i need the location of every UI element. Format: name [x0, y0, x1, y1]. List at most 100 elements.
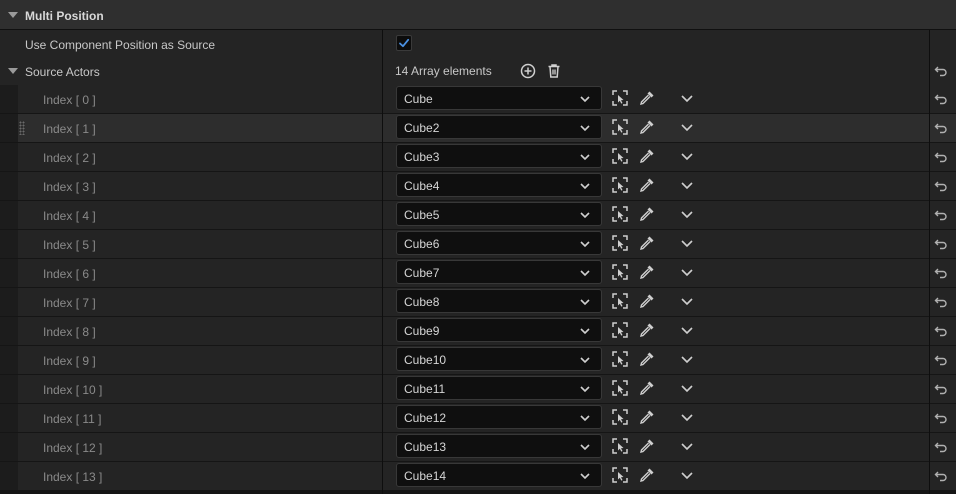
expand-chevron-icon[interactable]: [678, 321, 696, 339]
element-index-label: Index [ 9 ]: [43, 354, 96, 368]
select-actor-icon[interactable]: [611, 379, 629, 397]
eyedropper-icon[interactable]: [638, 118, 656, 136]
eyedropper-icon[interactable]: [638, 437, 656, 455]
indent-guide: [0, 433, 18, 461]
eyedropper-icon[interactable]: [638, 408, 656, 426]
actor-combo-value: Cube2: [404, 121, 440, 135]
actor-combo[interactable]: Cube9: [396, 318, 602, 342]
eyedropper-icon[interactable]: [638, 321, 656, 339]
reset-arrow-icon[interactable]: [934, 92, 948, 106]
expand-chevron-icon[interactable]: [678, 234, 696, 252]
eyedropper-icon[interactable]: [638, 379, 656, 397]
actor-combo[interactable]: Cube: [396, 86, 602, 110]
expand-chevron-icon[interactable]: [678, 89, 696, 107]
reset-arrow-icon[interactable]: [934, 295, 948, 309]
select-actor-icon[interactable]: [611, 176, 629, 194]
actor-combo[interactable]: Cube7: [396, 260, 602, 284]
expand-chevron-icon[interactable]: [678, 466, 696, 484]
select-actor-icon[interactable]: [611, 118, 629, 136]
eyedropper-icon[interactable]: [638, 205, 656, 223]
reset-arrow-icon[interactable]: [934, 324, 948, 338]
select-actor-icon[interactable]: [611, 350, 629, 368]
eyedropper-icon[interactable]: [638, 147, 656, 165]
expand-chevron-icon[interactable]: [678, 350, 696, 368]
indent-guide: [0, 462, 18, 490]
element-index-label: Index [ 12 ]: [43, 441, 103, 455]
name-cell: Index [ 1 ]: [0, 114, 382, 142]
actor-combo[interactable]: Cube8: [396, 289, 602, 313]
actor-combo[interactable]: Cube6: [396, 231, 602, 255]
actor-combo[interactable]: Cube10: [396, 347, 602, 371]
reset-arrow-icon[interactable]: [934, 266, 948, 280]
name-cell: Index [ 4 ]: [0, 201, 382, 229]
reset-arrow-icon[interactable]: [934, 440, 948, 454]
actor-combo[interactable]: Cube4: [396, 173, 602, 197]
eyedropper-icon[interactable]: [638, 466, 656, 484]
reset-arrow-icon[interactable]: [934, 208, 948, 222]
eyedropper-icon[interactable]: [638, 234, 656, 252]
reset-arrow-icon[interactable]: [934, 469, 948, 483]
property-label: Source Actors: [25, 65, 100, 79]
select-actor-icon[interactable]: [611, 466, 629, 484]
expand-chevron-icon[interactable]: [678, 147, 696, 165]
name-cell: Index [ 7 ]: [0, 288, 382, 316]
chevron-down-icon[interactable]: [8, 68, 18, 74]
select-actor-icon[interactable]: [611, 89, 629, 107]
expand-chevron-icon[interactable]: [678, 176, 696, 194]
eyedropper-icon[interactable]: [638, 176, 656, 194]
expand-chevron-icon[interactable]: [678, 205, 696, 223]
collapse-arrow-icon[interactable]: [8, 12, 18, 18]
expand-chevron-icon[interactable]: [678, 379, 696, 397]
checkmark-icon: [399, 38, 410, 48]
reset-arrow-icon[interactable]: [934, 353, 948, 367]
drag-handle-icon[interactable]: [19, 121, 25, 135]
eyedropper-icon[interactable]: [638, 292, 656, 310]
reset-arrow-icon[interactable]: [934, 64, 948, 78]
actor-combo-value: Cube4: [404, 179, 440, 193]
indent-guide: [0, 375, 18, 403]
select-actor-icon[interactable]: [611, 147, 629, 165]
actor-combo-value: Cube14: [404, 469, 447, 483]
actor-combo[interactable]: Cube11: [396, 376, 602, 400]
eyedropper-icon[interactable]: [638, 89, 656, 107]
actor-combo[interactable]: Cube5: [396, 202, 602, 226]
reset-arrow-icon[interactable]: [934, 411, 948, 425]
reset-arrow-icon[interactable]: [934, 150, 948, 164]
array-element-row: Index [ 6 ] Cube7: [0, 259, 956, 287]
select-actor-icon[interactable]: [611, 205, 629, 223]
expand-chevron-icon[interactable]: [678, 263, 696, 281]
actor-combo[interactable]: Cube3: [396, 144, 602, 168]
select-actor-icon[interactable]: [611, 234, 629, 252]
indent-guide: [0, 288, 18, 316]
actor-combo[interactable]: Cube13: [396, 434, 602, 458]
use-component-position-checkbox[interactable]: [396, 35, 412, 51]
reset-arrow-icon[interactable]: [934, 382, 948, 396]
eyedropper-icon[interactable]: [638, 263, 656, 281]
select-actor-icon[interactable]: [611, 408, 629, 426]
select-actor-icon[interactable]: [611, 437, 629, 455]
select-actor-icon[interactable]: [611, 321, 629, 339]
details-panel: Multi Position Use Component Position as…: [0, 0, 956, 494]
reset-arrow-icon[interactable]: [934, 121, 948, 135]
name-cell: Index [ 9 ]: [0, 346, 382, 374]
actor-combo[interactable]: Cube14: [396, 463, 602, 487]
value-cell: [383, 30, 929, 58]
indent-guide: [0, 143, 18, 171]
expand-chevron-icon[interactable]: [678, 118, 696, 136]
eyedropper-icon[interactable]: [638, 350, 656, 368]
expand-chevron-icon[interactable]: [678, 292, 696, 310]
actor-combo-value: Cube5: [404, 208, 440, 222]
trash-icon[interactable]: [545, 62, 563, 80]
expand-chevron-icon[interactable]: [678, 408, 696, 426]
reset-arrow-icon[interactable]: [934, 237, 948, 251]
chevron-down-icon: [580, 299, 590, 306]
add-circle-icon[interactable]: [519, 62, 537, 80]
array-element-row: Index [ 5 ] Cube6: [0, 230, 956, 258]
actor-combo[interactable]: Cube12: [396, 405, 602, 429]
reset-arrow-icon[interactable]: [934, 179, 948, 193]
select-actor-icon[interactable]: [611, 292, 629, 310]
actor-combo[interactable]: Cube2: [396, 115, 602, 139]
select-actor-icon[interactable]: [611, 263, 629, 281]
category-header[interactable]: Multi Position: [0, 0, 956, 30]
expand-chevron-icon[interactable]: [678, 437, 696, 455]
